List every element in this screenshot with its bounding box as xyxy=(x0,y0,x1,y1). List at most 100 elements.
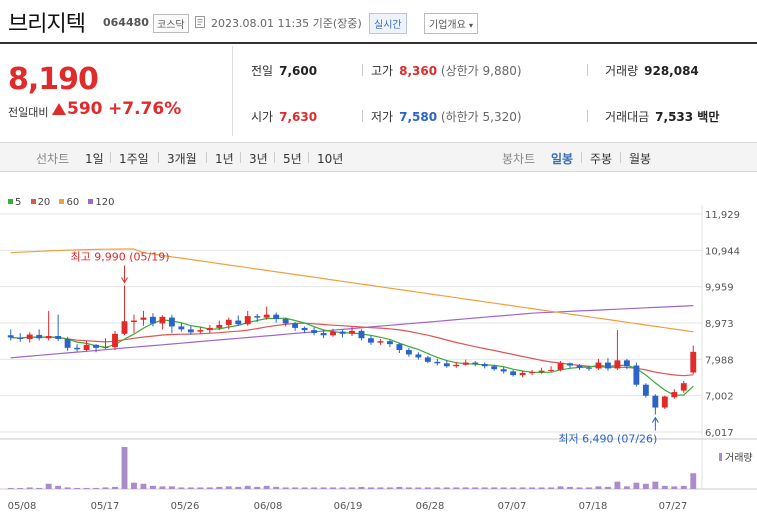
candle-body xyxy=(453,364,460,367)
candle xyxy=(472,361,479,367)
candle xyxy=(168,314,175,334)
candle-body xyxy=(168,317,175,327)
x-tick-label: 05/26 xyxy=(171,501,200,512)
candle-body xyxy=(614,360,621,369)
volume-bar xyxy=(178,487,185,489)
candle-body xyxy=(282,319,289,324)
candle-body xyxy=(225,319,232,325)
change-percent: +7.76% xyxy=(108,99,182,119)
candle-body xyxy=(690,351,697,373)
candle-body xyxy=(586,367,592,369)
volume-bar xyxy=(538,487,545,489)
candle-body xyxy=(273,314,280,320)
candle-monthly[interactable]: 월봉 xyxy=(629,150,651,167)
candle-body xyxy=(605,362,611,369)
candle-body xyxy=(121,321,128,334)
candle-daily[interactable]: 일봉 xyxy=(551,150,573,167)
candle-body xyxy=(339,331,346,334)
y-tick-label: 9,959 xyxy=(705,283,734,294)
volume-bar xyxy=(453,487,460,489)
candle-body xyxy=(661,396,668,408)
x-tick-label: 07/27 xyxy=(659,501,688,512)
low-price: 저가 7,580 (하한가 5,320) xyxy=(371,108,522,125)
candle-body xyxy=(244,316,251,325)
candle xyxy=(605,358,611,371)
candle-body xyxy=(330,331,336,336)
candle-body xyxy=(55,336,62,339)
candle-body xyxy=(377,341,384,343)
volume-bar xyxy=(197,487,204,489)
volume-bar xyxy=(623,486,630,489)
candle xyxy=(462,359,469,366)
prev-close-value: 7,600 xyxy=(279,64,318,78)
period-bar: 선차트 1일 1주일 3개월 1년 3년 5년 10년 봉차트 일봉 주봉 월봉 xyxy=(0,142,757,172)
change-value: 590 xyxy=(67,99,103,119)
period-1d[interactable]: 1일 xyxy=(85,150,104,167)
candle-body xyxy=(519,372,526,376)
volume-bar xyxy=(605,486,611,489)
candle-body xyxy=(386,341,393,345)
stock-code: 064480 xyxy=(103,16,149,29)
candle xyxy=(415,352,422,360)
volume-bar xyxy=(93,487,99,489)
volume-bar xyxy=(557,486,564,489)
volume-bar xyxy=(548,487,555,489)
candle-body xyxy=(131,320,137,323)
volume-bar xyxy=(377,487,384,489)
divider xyxy=(308,152,309,163)
period-10y[interactable]: 10년 xyxy=(317,150,343,167)
volume-bar xyxy=(405,487,412,489)
period-1w[interactable]: 1주일 xyxy=(119,150,149,167)
period-3y[interactable]: 3년 xyxy=(249,150,268,167)
volume-bar xyxy=(206,487,213,489)
volume-bar xyxy=(254,486,261,489)
period-3m[interactable]: 3개월 xyxy=(167,150,197,167)
company-info-button[interactable]: 기업개요 ▾ xyxy=(424,13,479,34)
volume-bar xyxy=(273,486,280,489)
volume-bar xyxy=(282,487,289,489)
period-1y[interactable]: 1년 xyxy=(215,150,234,167)
candle-body xyxy=(216,324,223,328)
volume-bar xyxy=(680,485,687,489)
period-5y[interactable]: 5년 xyxy=(283,150,302,167)
volume-bar xyxy=(529,487,536,489)
y-tick-label: 7,988 xyxy=(705,355,734,366)
open-price: 시가 7,630 xyxy=(251,108,317,125)
candle xyxy=(197,327,204,334)
volume-bar xyxy=(7,487,14,489)
realtime-button[interactable]: 실시간 xyxy=(369,13,407,34)
price-summary: 8,190 전일대비 590 +7.76% 전일 7,600 고가 8,360 (상… xyxy=(0,46,757,136)
volume-bar xyxy=(481,487,488,489)
low-annotation: 최저 6,490 (07/26) xyxy=(558,433,657,446)
candle-body xyxy=(443,363,450,367)
prev-close-label: 전일 xyxy=(251,64,274,78)
divider xyxy=(232,46,233,136)
stock-name: 브리지텍 xyxy=(8,12,86,37)
candle xyxy=(7,329,14,341)
candle-body xyxy=(424,357,431,362)
candle xyxy=(112,330,118,351)
candle xyxy=(671,389,678,399)
candle xyxy=(244,310,251,326)
candle-chart-label[interactable]: 봉차트 xyxy=(502,150,535,167)
up-arrow-icon xyxy=(52,103,66,115)
candle xyxy=(102,338,109,350)
volume-bar xyxy=(339,487,346,489)
candle-weekly[interactable]: 주봉 xyxy=(590,150,612,167)
candle-body xyxy=(149,316,156,324)
candlestick-chart[interactable]: 11,929 10,944 9,959 8,973 7,988 7,002 6,017 최고… xyxy=(0,205,757,521)
line-chart-label[interactable]: 선차트 xyxy=(36,150,69,167)
volume-bar xyxy=(168,486,175,489)
divider xyxy=(362,64,363,76)
volume-bar xyxy=(671,486,678,489)
divider xyxy=(587,110,588,122)
candle xyxy=(206,324,213,334)
candle-body xyxy=(83,344,90,351)
x-tick-label: 05/17 xyxy=(91,501,120,512)
volume-bar xyxy=(491,487,498,489)
high-label: 고가 xyxy=(371,64,394,78)
divider xyxy=(158,152,159,163)
candle-body xyxy=(548,369,555,371)
y-tick-label: 8,973 xyxy=(705,319,734,330)
candle xyxy=(614,330,621,370)
